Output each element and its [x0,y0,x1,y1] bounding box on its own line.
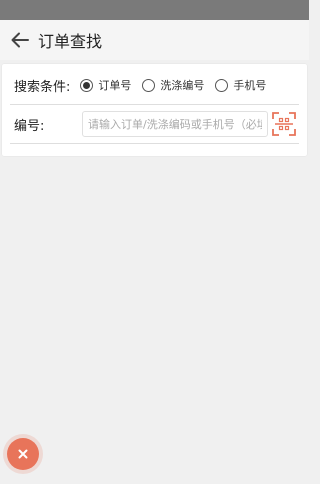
scan-button[interactable] [271,111,297,137]
back-button[interactable] [2,20,38,60]
number-label: 编号: [14,118,45,134]
page-title: 订单查找 [38,32,103,51]
radio-label: 洗涤编号 [160,79,205,92]
app-bar: 订单查找 [0,20,309,60]
close-fab-button[interactable] [7,438,39,470]
number-input[interactable] [82,111,268,137]
radio-label: 订单号 [98,79,132,92]
search-condition-row: 搜索条件: 订单号 洗涤编号 手机号 [10,66,299,105]
radio-unselected-icon [215,78,229,92]
search-card: 搜索条件: 订单号 洗涤编号 手机号 编号: [2,64,307,156]
number-row: 编号: [10,105,299,144]
arrow-left-icon [11,32,29,48]
radio-label: 手机号 [233,79,267,92]
close-icon [18,449,28,459]
search-condition-label: 搜索条件: [14,79,71,95]
radio-order-number[interactable]: 订单号 [80,77,131,93]
radio-selected-icon [80,78,94,92]
qr-scan-icon [272,112,296,136]
radio-unselected-icon [142,78,156,92]
radio-phone-number[interactable]: 手机号 [215,77,266,93]
status-bar [0,0,309,20]
radio-wash-number[interactable]: 洗涤编号 [142,77,204,93]
